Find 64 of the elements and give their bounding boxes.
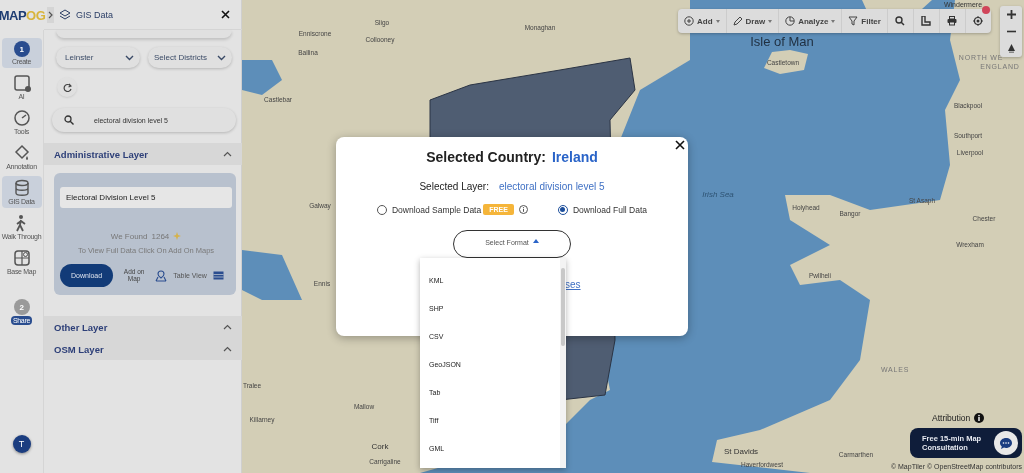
section-header[interactable]: OSM Layer bbox=[44, 338, 242, 360]
chat-bubble-icon bbox=[1000, 437, 1012, 449]
found-label: We Found bbox=[110, 232, 148, 241]
panel-title: GIS Data bbox=[76, 9, 113, 20]
database-icon bbox=[12, 179, 31, 197]
layers-box-icon bbox=[59, 8, 71, 21]
section-header[interactable]: Other Layer bbox=[44, 316, 242, 338]
caret-icon bbox=[768, 19, 773, 23]
pie-chart-icon bbox=[785, 16, 796, 26]
layer-name: electoral division level 5 bbox=[498, 181, 605, 192]
option-label[interactable]: Download Sample Data bbox=[391, 204, 482, 215]
chevron-right-icon bbox=[48, 10, 53, 19]
refresh-button[interactable] bbox=[57, 77, 77, 97]
chevron-down-icon bbox=[217, 54, 226, 61]
compass-icon bbox=[1006, 44, 1016, 53]
gauge-icon bbox=[12, 109, 31, 127]
chevron-down-icon bbox=[125, 54, 134, 61]
chevron-up-icon bbox=[223, 324, 232, 330]
result-count: 1264 bbox=[151, 232, 170, 241]
caret-icon bbox=[831, 19, 836, 23]
attribution-label[interactable]: Attribution bbox=[932, 413, 971, 423]
ruler-icon bbox=[921, 16, 932, 26]
menu-button[interactable]: Analyze bbox=[779, 9, 843, 33]
scrollbar[interactable] bbox=[560, 258, 566, 468]
step-number: 1 bbox=[13, 41, 30, 57]
caret-icon bbox=[715, 19, 720, 23]
logo: MAPOG bbox=[0, 7, 46, 23]
refresh-icon bbox=[62, 82, 72, 92]
table-icon[interactable] bbox=[212, 271, 224, 280]
district-select[interactable]: Select Districts bbox=[148, 47, 232, 68]
expand-toggle[interactable] bbox=[47, 6, 54, 23]
place-label: Cork bbox=[371, 441, 389, 451]
user-avatar[interactable]: T bbox=[12, 435, 31, 453]
layer-label: Selected Layer: bbox=[419, 181, 489, 192]
search-icon bbox=[895, 16, 906, 26]
step-number: 2 bbox=[13, 299, 30, 315]
printer-icon bbox=[947, 16, 958, 26]
zoom-in-icon bbox=[1006, 10, 1016, 19]
info-icon[interactable] bbox=[974, 413, 985, 423]
menu-button[interactable]: Draw bbox=[726, 9, 780, 33]
sparkle-icon bbox=[173, 232, 182, 240]
country-name: Ireland bbox=[551, 149, 598, 165]
close-icon[interactable] bbox=[675, 140, 685, 150]
chevron-up-icon bbox=[223, 346, 232, 352]
place-label: St Davids bbox=[723, 446, 759, 456]
location-target-icon bbox=[973, 16, 984, 26]
option-label[interactable]: Download Full Data bbox=[572, 204, 648, 215]
menu-button[interactable]: Add bbox=[678, 9, 727, 33]
toolbar-button[interactable]: Filter bbox=[842, 9, 888, 33]
region-select[interactable]: Leinster bbox=[56, 47, 140, 68]
search-icon bbox=[64, 115, 74, 125]
map-layers-icon bbox=[12, 249, 31, 267]
chevron-up-icon bbox=[223, 151, 232, 157]
caret-up-icon bbox=[532, 239, 539, 243]
place-label: Isle of Man bbox=[750, 33, 814, 49]
layer-name-field: Electoral Division Level 5 bbox=[60, 187, 232, 208]
filter-icon bbox=[848, 16, 859, 26]
info-icon bbox=[518, 205, 528, 214]
close-icon[interactable] bbox=[221, 10, 230, 19]
pencil-icon bbox=[732, 16, 743, 26]
add-circle-icon bbox=[684, 16, 694, 26]
section-header[interactable]: Administrative Layer bbox=[44, 143, 242, 165]
country-label: Selected Country: bbox=[426, 149, 546, 165]
link[interactable]: ses bbox=[565, 279, 581, 290]
